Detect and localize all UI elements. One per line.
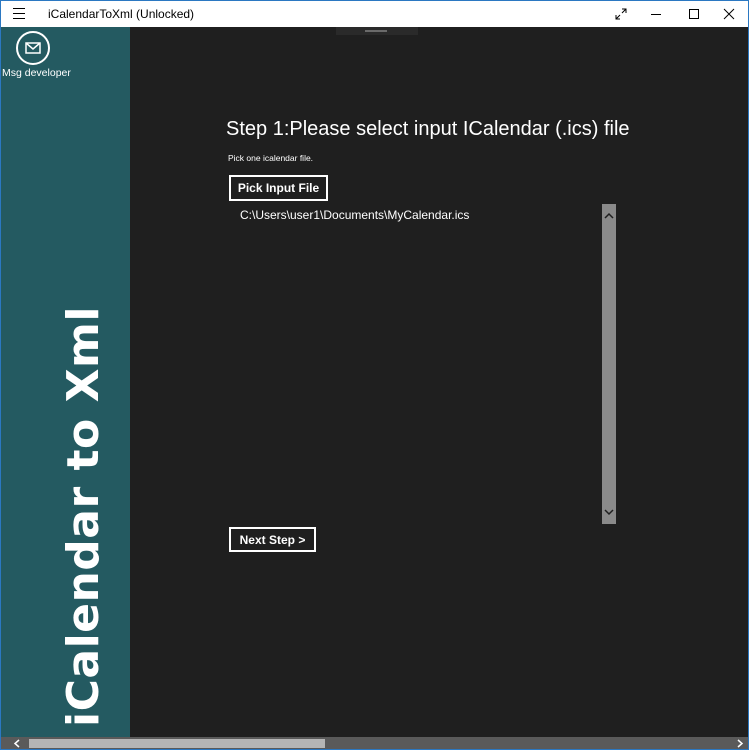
app-vertical-title: iCalendar to Xml bbox=[58, 306, 109, 727]
title-bar: iCalendarToXml (Unlocked) bbox=[1, 1, 748, 27]
chevron-left-icon[interactable] bbox=[13, 739, 21, 748]
pick-input-file-button[interactable]: Pick Input File bbox=[229, 175, 328, 201]
expand-icon bbox=[615, 8, 627, 20]
msg-developer-label[interactable]: Msg developer bbox=[2, 67, 71, 79]
file-list-scrollbar[interactable] bbox=[602, 204, 616, 524]
window-title: iCalendarToXml (Unlocked) bbox=[48, 7, 195, 21]
drag-handle-icon[interactable] bbox=[365, 30, 387, 32]
chevron-up-icon[interactable] bbox=[604, 212, 614, 220]
list-item[interactable]: C:\Users\user1\Documents\MyCalendar.ics bbox=[240, 208, 469, 222]
close-icon bbox=[723, 8, 735, 20]
side-pane: Msg developer iCalendar to Xml bbox=[1, 27, 130, 737]
file-list[interactable]: C:\Users\user1\Documents\MyCalendar.ics bbox=[229, 204, 616, 524]
minimize-button[interactable] bbox=[637, 1, 675, 27]
hamburger-icon[interactable] bbox=[13, 8, 25, 19]
maximize-button[interactable] bbox=[675, 1, 713, 27]
chevron-down-icon[interactable] bbox=[604, 508, 614, 516]
next-step-button[interactable]: Next Step > bbox=[229, 527, 316, 552]
horizontal-scrollbar-thumb[interactable] bbox=[29, 739, 325, 748]
chevron-right-icon[interactable] bbox=[736, 739, 744, 748]
mail-icon bbox=[25, 42, 41, 54]
step-title: Step 1:Please select input ICalendar (.i… bbox=[226, 118, 630, 140]
close-button[interactable] bbox=[710, 1, 748, 27]
horizontal-scrollbar[interactable] bbox=[1, 737, 748, 749]
fullscreen-button[interactable] bbox=[602, 1, 640, 27]
msg-developer-button[interactable] bbox=[16, 31, 50, 65]
minimize-icon bbox=[651, 14, 661, 15]
step-subtitle: Pick one icalendar file. bbox=[228, 153, 314, 163]
maximize-icon bbox=[689, 9, 699, 19]
app-window: iCalendarToXml (Unlocked) Msg developer … bbox=[0, 0, 749, 750]
